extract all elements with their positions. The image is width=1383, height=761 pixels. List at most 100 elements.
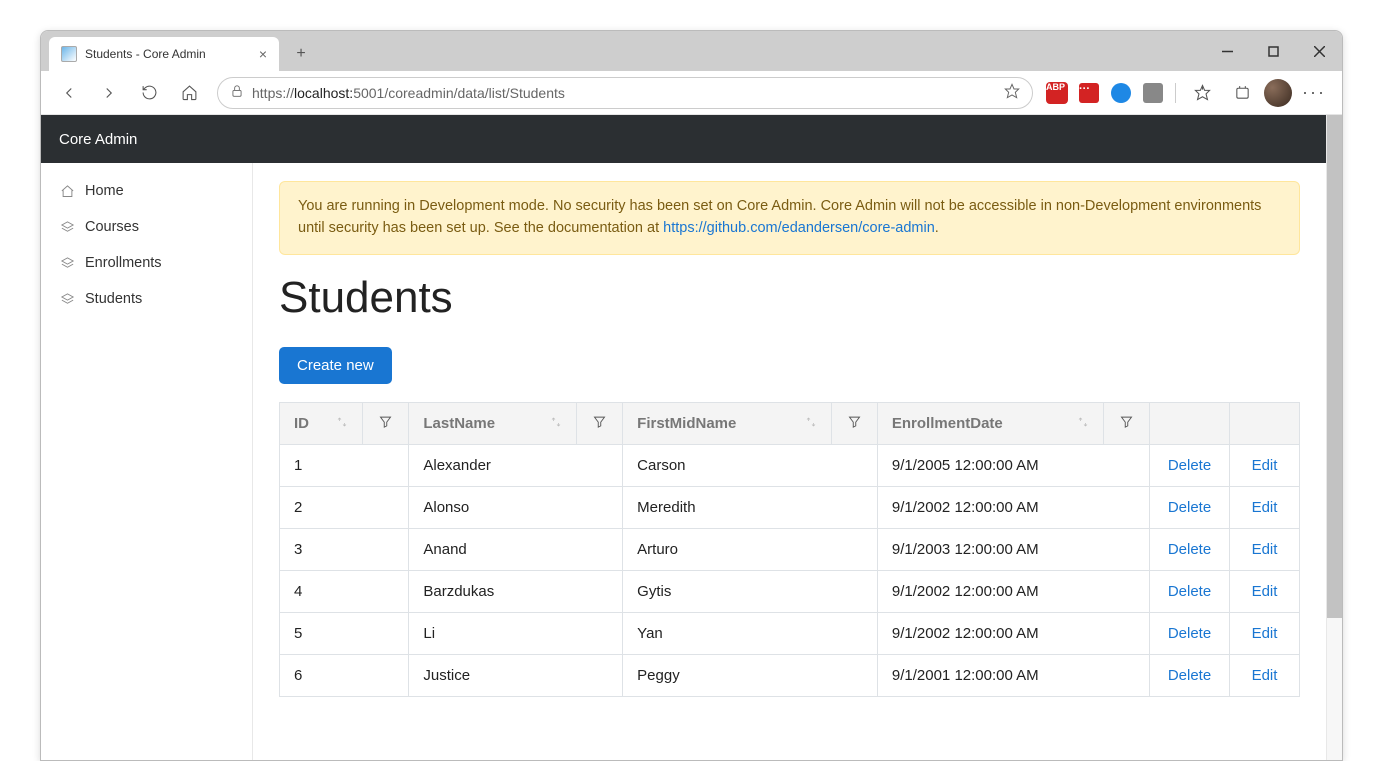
favicon-icon bbox=[61, 46, 77, 62]
edit-link[interactable]: Edit bbox=[1252, 541, 1278, 558]
cell: 3 bbox=[280, 528, 409, 570]
sort-icon[interactable] bbox=[550, 415, 562, 432]
more-menu-button[interactable]: ··· bbox=[1296, 82, 1332, 103]
edit-link[interactable]: Edit bbox=[1252, 583, 1278, 600]
profile-avatar[interactable] bbox=[1264, 79, 1292, 107]
filter-button-firstmidname[interactable] bbox=[831, 402, 877, 444]
sort-icon[interactable] bbox=[1077, 415, 1089, 432]
cell: Peggy bbox=[623, 654, 878, 696]
favorites-button[interactable] bbox=[1184, 75, 1220, 111]
filter-button-id[interactable] bbox=[363, 402, 409, 444]
cell: Alexander bbox=[409, 444, 623, 486]
cell: Alonso bbox=[409, 486, 623, 528]
layers-icon bbox=[59, 255, 75, 271]
cell: Meredith bbox=[623, 486, 878, 528]
table-row: 2AlonsoMeredith9/1/2002 12:00:00 AM Delet… bbox=[280, 486, 1300, 528]
sidebar-item-students[interactable]: Students bbox=[41, 281, 252, 317]
cell: Li bbox=[409, 612, 623, 654]
cell: Justice bbox=[409, 654, 623, 696]
sidebar-item-label: Home bbox=[85, 183, 124, 199]
separator bbox=[1175, 83, 1176, 103]
delete-cell: Delete bbox=[1150, 528, 1230, 570]
delete-cell: Delete bbox=[1150, 612, 1230, 654]
scrollbar[interactable] bbox=[1326, 115, 1342, 760]
cell: 9/1/2003 12:00:00 AM bbox=[877, 528, 1149, 570]
filter-button-lastname[interactable] bbox=[577, 402, 623, 444]
layers-icon bbox=[59, 219, 75, 235]
url-text: https://localhost:5001/coreadmin/data/li… bbox=[252, 85, 996, 101]
students-table: ID LastName FirstMidName EnrollmentDate 1Al… bbox=[279, 402, 1300, 697]
sidebar-item-home[interactable]: Home bbox=[41, 173, 252, 209]
delete-cell: Delete bbox=[1150, 654, 1230, 696]
column-header-lastname[interactable]: LastName bbox=[409, 402, 577, 444]
cell: 1 bbox=[280, 444, 409, 486]
delete-cell: Delete bbox=[1150, 486, 1230, 528]
cell: Barzdukas bbox=[409, 570, 623, 612]
cell: Gytis bbox=[623, 570, 878, 612]
collections-button[interactable] bbox=[1224, 75, 1260, 111]
table-row: 6JusticePeggy9/1/2001 12:00:00 AMDeleteE… bbox=[280, 654, 1300, 696]
delete-link[interactable]: Delete bbox=[1168, 499, 1211, 516]
sort-icon[interactable] bbox=[805, 415, 817, 432]
close-window-button[interactable] bbox=[1296, 31, 1342, 71]
main-content: You are running in Development mode. No … bbox=[253, 163, 1326, 760]
forward-button[interactable] bbox=[91, 75, 127, 111]
back-button[interactable] bbox=[51, 75, 87, 111]
delete-link[interactable]: Delete bbox=[1168, 541, 1211, 558]
table-row: 1AlexanderCarson9/1/2005 12:00:00 AMDele… bbox=[280, 444, 1300, 486]
extension-lastpass-icon[interactable]: ··· bbox=[1075, 79, 1103, 107]
favorite-button[interactable] bbox=[1004, 83, 1020, 102]
edit-cell: Edit bbox=[1230, 612, 1300, 654]
edit-link[interactable]: Edit bbox=[1252, 457, 1278, 474]
url-input[interactable]: https://localhost:5001/coreadmin/data/li… bbox=[217, 77, 1033, 109]
scrollbar-thumb[interactable] bbox=[1327, 115, 1342, 618]
brand-label: Core Admin bbox=[41, 131, 251, 148]
extension-adblock-icon[interactable]: ABP bbox=[1043, 79, 1071, 107]
sidebar: Home Courses EnrollmentsStudents bbox=[41, 163, 253, 760]
home-button[interactable] bbox=[171, 75, 207, 111]
cell: 9/1/2002 12:00:00 AM bbox=[877, 486, 1149, 528]
cell: 5 bbox=[280, 612, 409, 654]
tab-close-button[interactable]: × bbox=[259, 46, 267, 62]
layers-icon bbox=[59, 291, 75, 307]
browser-tab[interactable]: Students - Core Admin × bbox=[49, 37, 279, 71]
extension-gray-icon[interactable] bbox=[1139, 79, 1167, 107]
tab-title: Students - Core Admin bbox=[85, 47, 206, 61]
cell: 6 bbox=[280, 654, 409, 696]
column-header-enrollmentdate[interactable]: EnrollmentDate bbox=[877, 402, 1103, 444]
cell: 9/1/2002 12:00:00 AM bbox=[877, 612, 1149, 654]
extension-blue-icon[interactable] bbox=[1107, 79, 1135, 107]
column-header-id[interactable]: ID bbox=[280, 402, 363, 444]
create-new-button[interactable]: Create new bbox=[279, 347, 392, 384]
column-header-firstmidname[interactable]: FirstMidName bbox=[623, 402, 832, 444]
delete-link[interactable]: Delete bbox=[1168, 583, 1211, 600]
sidebar-item-courses[interactable]: Courses bbox=[41, 209, 252, 245]
edit-link[interactable]: Edit bbox=[1252, 499, 1278, 516]
edit-link[interactable]: Edit bbox=[1252, 667, 1278, 684]
browser-window: Students - Core Admin × + https://localh… bbox=[40, 30, 1343, 761]
dev-mode-alert: You are running in Development mode. No … bbox=[279, 181, 1300, 255]
table-row: 3AnandArturo9/1/2003 12:00:00 AMDeleteEd… bbox=[280, 528, 1300, 570]
address-bar: https://localhost:5001/coreadmin/data/li… bbox=[41, 71, 1342, 115]
app-topbar: Core Admin bbox=[41, 115, 1326, 163]
minimize-button[interactable] bbox=[1204, 31, 1250, 71]
delete-link[interactable]: Delete bbox=[1168, 667, 1211, 684]
alert-doc-link[interactable]: https://github.com/edandersen/core-admin bbox=[663, 220, 935, 236]
reload-button[interactable] bbox=[131, 75, 167, 111]
cell: Yan bbox=[623, 612, 878, 654]
edit-cell: Edit bbox=[1230, 528, 1300, 570]
lock-icon bbox=[230, 84, 244, 101]
maximize-button[interactable] bbox=[1250, 31, 1296, 71]
edit-link[interactable]: Edit bbox=[1252, 625, 1278, 642]
cell: Anand bbox=[409, 528, 623, 570]
new-tab-button[interactable]: + bbox=[287, 40, 315, 68]
filter-button-enrollmentdate[interactable] bbox=[1104, 402, 1150, 444]
sidebar-item-enrollments[interactable]: Enrollments bbox=[41, 245, 252, 281]
edit-cell: Edit bbox=[1230, 486, 1300, 528]
delete-link[interactable]: Delete bbox=[1168, 625, 1211, 642]
sidebar-item-label: Courses bbox=[85, 219, 139, 235]
cell: 2 bbox=[280, 486, 409, 528]
delete-link[interactable]: Delete bbox=[1168, 457, 1211, 474]
sort-icon[interactable] bbox=[336, 415, 348, 432]
app-content: Core Admin Home Courses EnrollmentsStudent… bbox=[41, 115, 1326, 760]
